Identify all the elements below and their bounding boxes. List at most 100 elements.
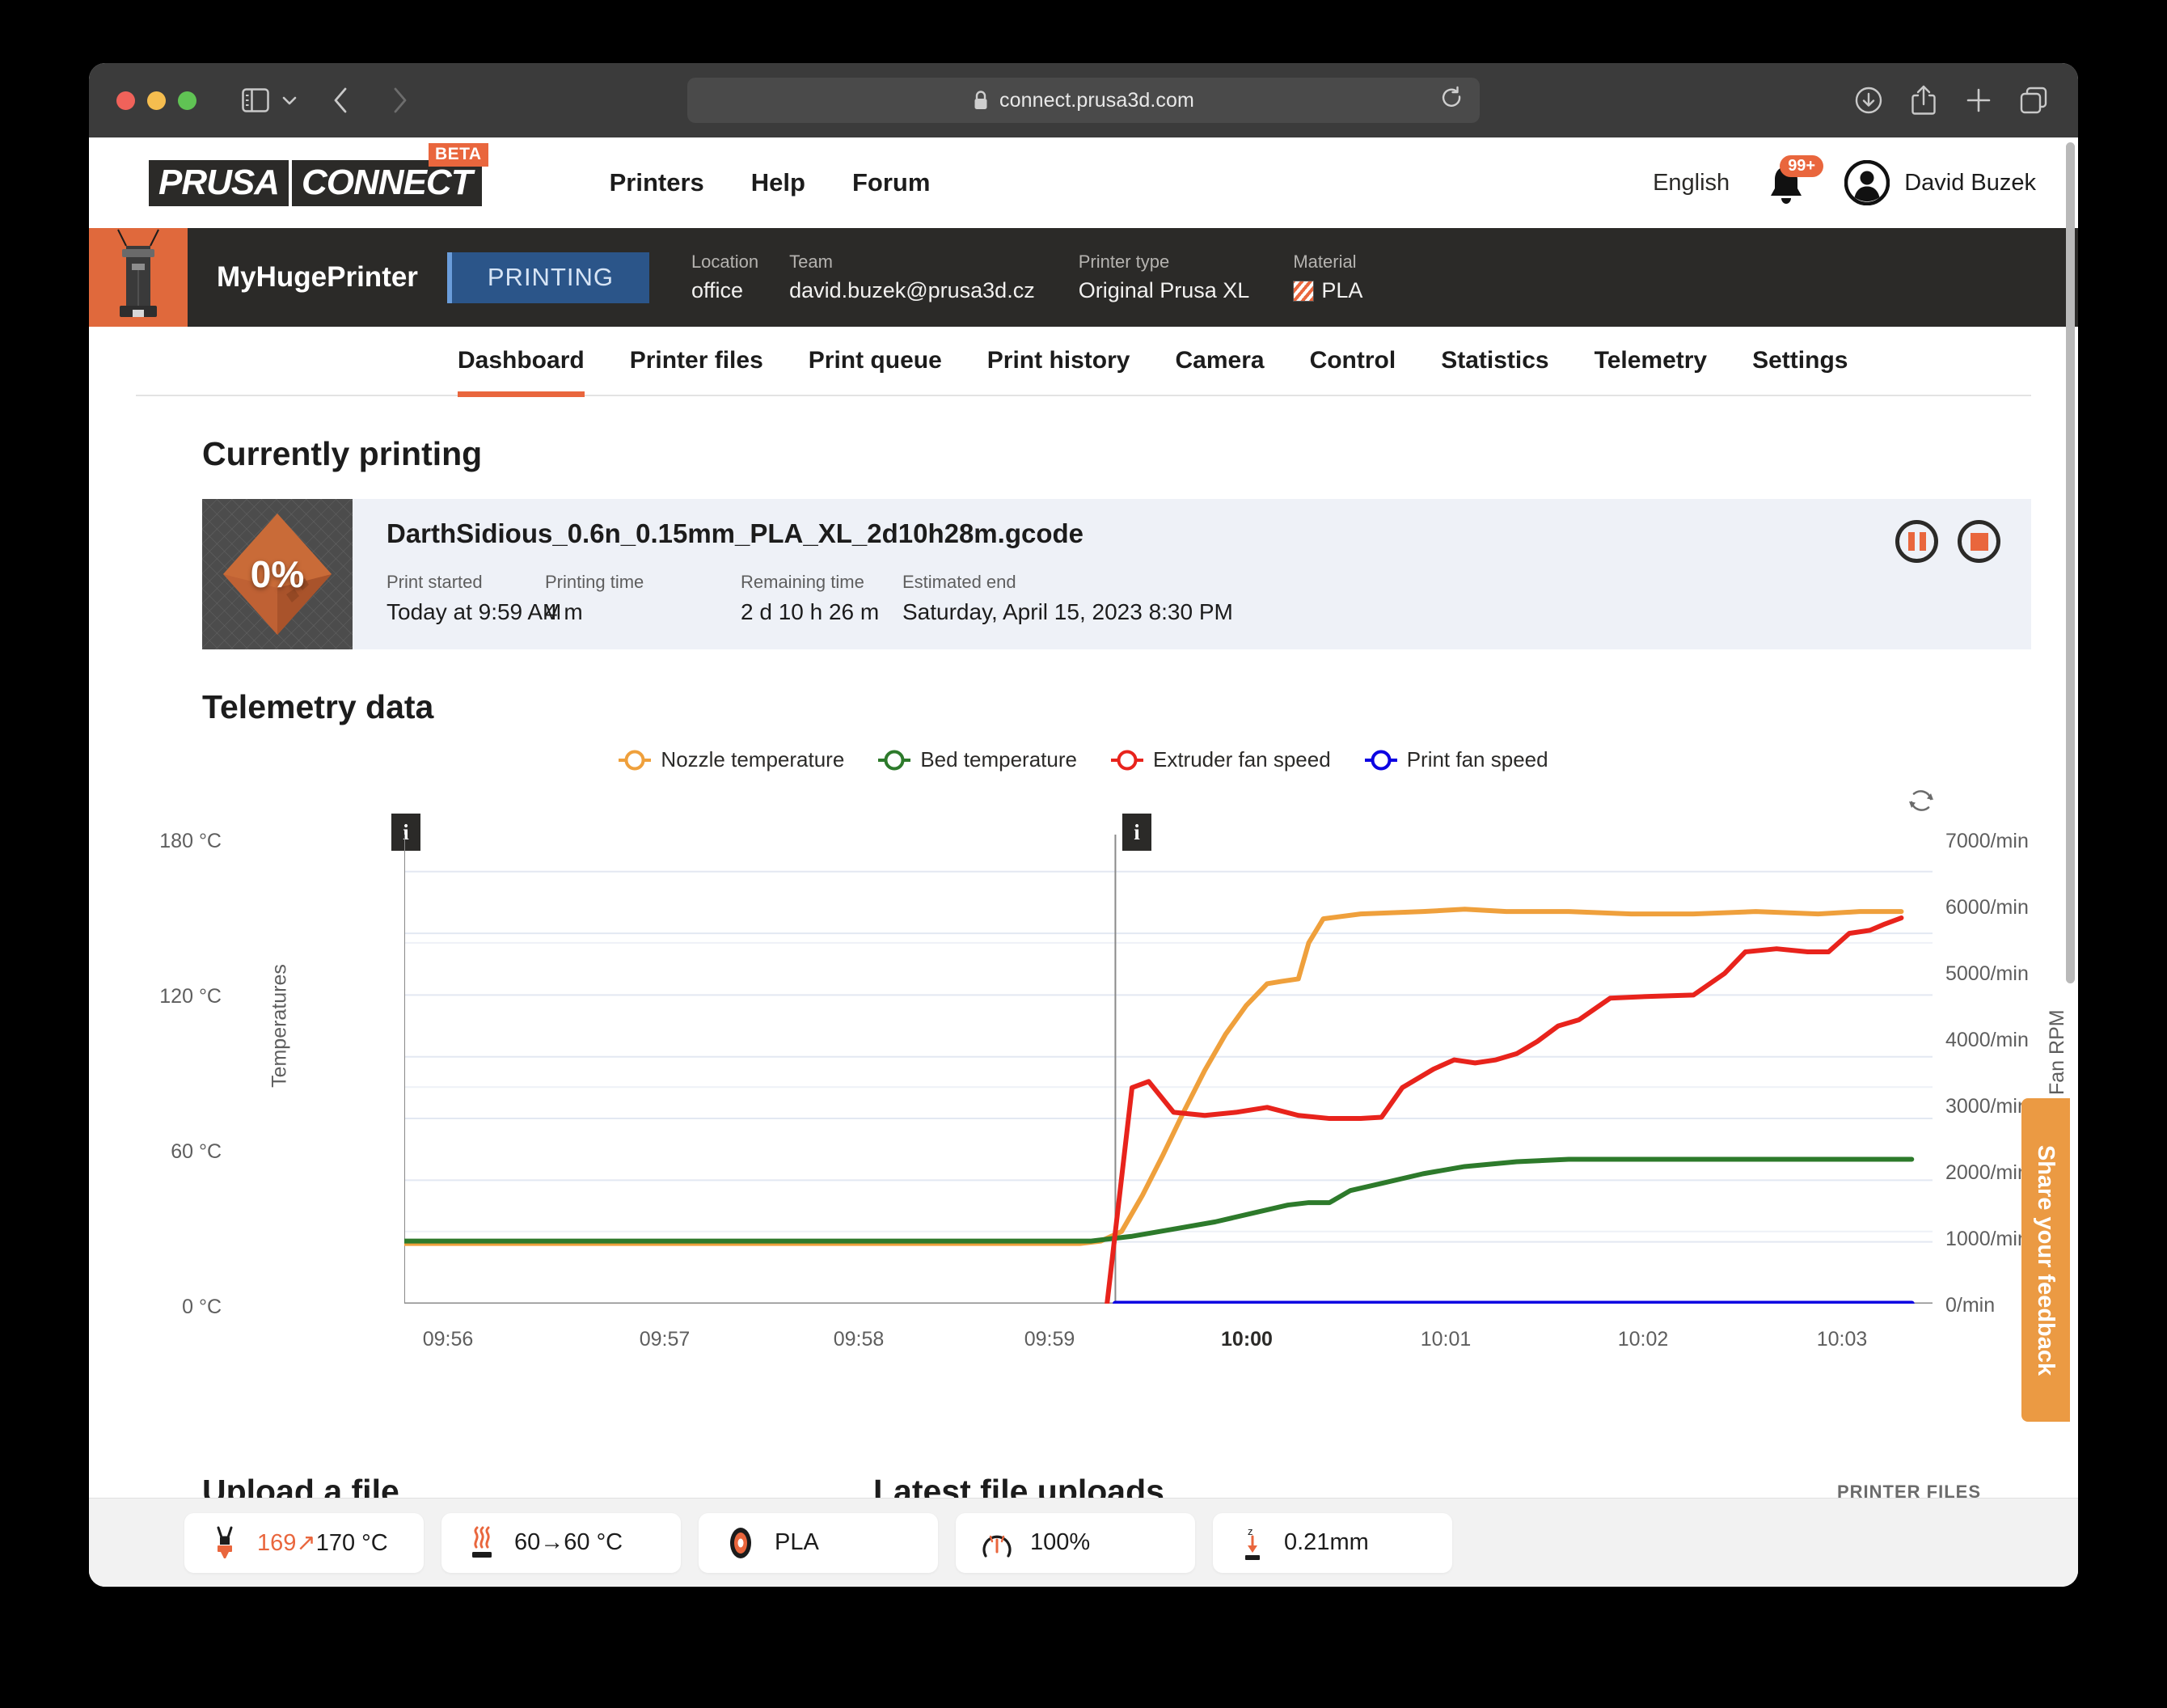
currently-printing-heading: Currently printing xyxy=(202,435,483,472)
x-tick-1002: 10:02 xyxy=(1617,1328,1669,1351)
pause-print-button[interactable] xyxy=(1895,520,1938,563)
y-tick-right-1000: 1000/min xyxy=(1945,1228,2029,1250)
tab-control[interactable]: Control xyxy=(1310,326,1396,395)
new-tab-icon[interactable] xyxy=(1962,83,1996,117)
chart-plot-area[interactable] xyxy=(404,835,1933,1304)
status-chip-filament[interactable]: PLA xyxy=(699,1512,938,1573)
print-meta-row: Print started Today at 9:59 AM Printing … xyxy=(387,572,1895,625)
printer-values-status-bar: 169↗170 °C 60→60 °C PLA 100% z 0.21mm xyxy=(89,1498,2078,1587)
tab-print-history[interactable]: Print history xyxy=(987,326,1130,395)
status-chip-speed[interactable]: 100% xyxy=(956,1512,1195,1573)
y-tick-right-0: 0/min xyxy=(1945,1294,1996,1317)
legend-item-extruder-fan-speed[interactable]: Extruder fan speed xyxy=(1111,747,1331,772)
telemetry-chart: Nozzle temperature Bed temperature Extru… xyxy=(89,747,2078,1410)
material-value-wrap: PLA xyxy=(1293,278,1362,303)
legend-item-nozzle-temperature[interactable]: Nozzle temperature xyxy=(619,747,844,772)
stop-print-button[interactable] xyxy=(1958,520,2000,563)
address-bar[interactable]: connect.prusa3d.com xyxy=(687,78,1480,123)
browser-window: connect.prusa3d.com PRUSA CONNECT BETA P… xyxy=(89,63,2078,1587)
refresh-icon xyxy=(1909,790,1933,811)
y-tick-right-6000: 6000/min xyxy=(1945,896,2029,919)
chart-series-bed-temperature xyxy=(404,1160,1911,1241)
print-control-buttons xyxy=(1895,499,2031,649)
nozzle-temp-arrow-icon: ↗ xyxy=(296,1530,316,1556)
prusa-connect-logo[interactable]: PRUSA CONNECT BETA xyxy=(149,142,488,206)
heatbed-icon xyxy=(472,1526,492,1558)
y-axis-label-left: Temperatures xyxy=(268,964,291,1088)
share-icon[interactable] xyxy=(1907,83,1941,117)
tab-camera[interactable]: Camera xyxy=(1175,326,1264,395)
share-feedback-tab[interactable]: Share your feedback xyxy=(2021,1098,2070,1422)
avatar[interactable] xyxy=(1844,160,1890,205)
chevron-down-icon[interactable] xyxy=(279,83,300,117)
pause-icon xyxy=(1907,532,1926,551)
user-name[interactable]: David Buzek xyxy=(1904,170,2036,197)
tab-settings[interactable]: Settings xyxy=(1752,326,1848,395)
browser-actions xyxy=(1852,83,2051,117)
printing-time-value: 4 m xyxy=(545,599,583,624)
y-tick-left-0: 0 °C xyxy=(182,1296,222,1318)
printer-info-type: Printer type Original Prusa XL xyxy=(1079,228,1250,327)
remaining-time-label: Remaining time xyxy=(741,572,864,592)
speed-icon xyxy=(982,1535,1012,1558)
filament-value: PLA xyxy=(775,1529,819,1555)
printer-info-team: Team david.buzek@prusa3d.cz xyxy=(789,228,1035,327)
status-chip-z-height[interactable]: z 0.21mm xyxy=(1213,1512,1452,1573)
nav-item-help[interactable]: Help xyxy=(751,168,805,197)
reload-icon[interactable] xyxy=(1441,86,1464,115)
printer-type-value: Original Prusa XL xyxy=(1078,278,1250,302)
tab-dashboard[interactable]: Dashboard xyxy=(458,326,585,397)
tab-printer-files[interactable]: Printer files xyxy=(630,326,763,395)
maximize-window-button[interactable] xyxy=(178,91,196,110)
back-icon[interactable] xyxy=(324,83,358,117)
avatar-icon xyxy=(1844,160,1890,205)
navigation-controls xyxy=(239,83,416,117)
current-print-card: 0% DarthSidious_0.6n_0.15mm_PLA_XL_2d10h… xyxy=(202,499,2031,649)
legend-label-print-fan: Print fan speed xyxy=(1406,747,1548,772)
status-chip-nozzle[interactable]: 169↗170 °C xyxy=(184,1512,424,1573)
tab-telemetry[interactable]: Telemetry xyxy=(1595,326,1708,395)
nav-item-printers[interactable]: Printers xyxy=(610,168,704,197)
location-label: Location xyxy=(691,252,759,272)
tab-statistics[interactable]: Statistics xyxy=(1441,326,1548,395)
page-content: PRUSA CONNECT BETA Printers Help Forum E… xyxy=(89,137,2078,1587)
team-value: david.buzek@prusa3d.cz xyxy=(789,278,1035,302)
refresh-chart-button[interactable] xyxy=(1907,786,1936,819)
window-controls xyxy=(116,91,196,110)
tab-overview-icon[interactable] xyxy=(2017,83,2051,117)
x-tick-1003: 10:03 xyxy=(1816,1328,1868,1351)
url-text: connect.prusa3d.com xyxy=(999,88,1194,112)
print-card-body: DarthSidious_0.6n_0.15mm_PLA_XL_2d10h28m… xyxy=(353,499,1895,649)
printer-name: MyHugePrinter xyxy=(217,261,418,293)
logo-connect-text: CONNECT xyxy=(292,159,482,206)
minimize-window-button[interactable] xyxy=(147,91,166,110)
remaining-time-value: 2 d 10 h 26 m xyxy=(741,599,880,624)
print-file-name[interactable]: DarthSidious_0.6n_0.15mm_PLA_XL_2d10h28m… xyxy=(387,518,1895,549)
nav-item-forum[interactable]: Forum xyxy=(852,168,930,197)
material-swatch-icon xyxy=(1293,280,1315,302)
status-chip-heatbed[interactable]: 60→60 °C xyxy=(441,1512,681,1573)
x-tick-1000: 10:00 xyxy=(1221,1328,1273,1351)
meta-printing-time: Printing time 4 m xyxy=(545,572,741,625)
legend-item-bed-temperature[interactable]: Bed temperature xyxy=(878,747,1077,772)
chart-legend: Nozzle temperature Bed temperature Extru… xyxy=(89,747,2078,772)
sidebar-icon[interactable] xyxy=(239,83,272,117)
print-preview-thumbnail: 0% xyxy=(202,499,353,649)
speed-value: 100% xyxy=(1030,1529,1091,1555)
downloads-icon[interactable] xyxy=(1852,83,1886,117)
material-value: PLA xyxy=(1321,278,1363,302)
heatbed-temp-value: 60→60 °C xyxy=(514,1529,623,1555)
printing-time-label: Printing time xyxy=(545,572,644,592)
y-tick-left-180: 180 °C xyxy=(159,830,222,852)
print-started-value: Today at 9:59 AM xyxy=(387,599,562,624)
notifications-button[interactable]: 99+ xyxy=(1765,155,1824,205)
printer-info-material: Material PLA xyxy=(1293,228,1362,327)
forward-icon[interactable] xyxy=(382,83,416,117)
legend-item-print-fan-speed[interactable]: Print fan speed xyxy=(1365,747,1548,772)
location-value: office xyxy=(691,278,743,302)
material-label: Material xyxy=(1293,252,1357,272)
printer-thumbnail xyxy=(89,228,188,327)
tab-print-queue[interactable]: Print queue xyxy=(809,326,942,395)
language-selector[interactable]: English xyxy=(1653,170,1730,197)
close-window-button[interactable] xyxy=(116,91,135,110)
